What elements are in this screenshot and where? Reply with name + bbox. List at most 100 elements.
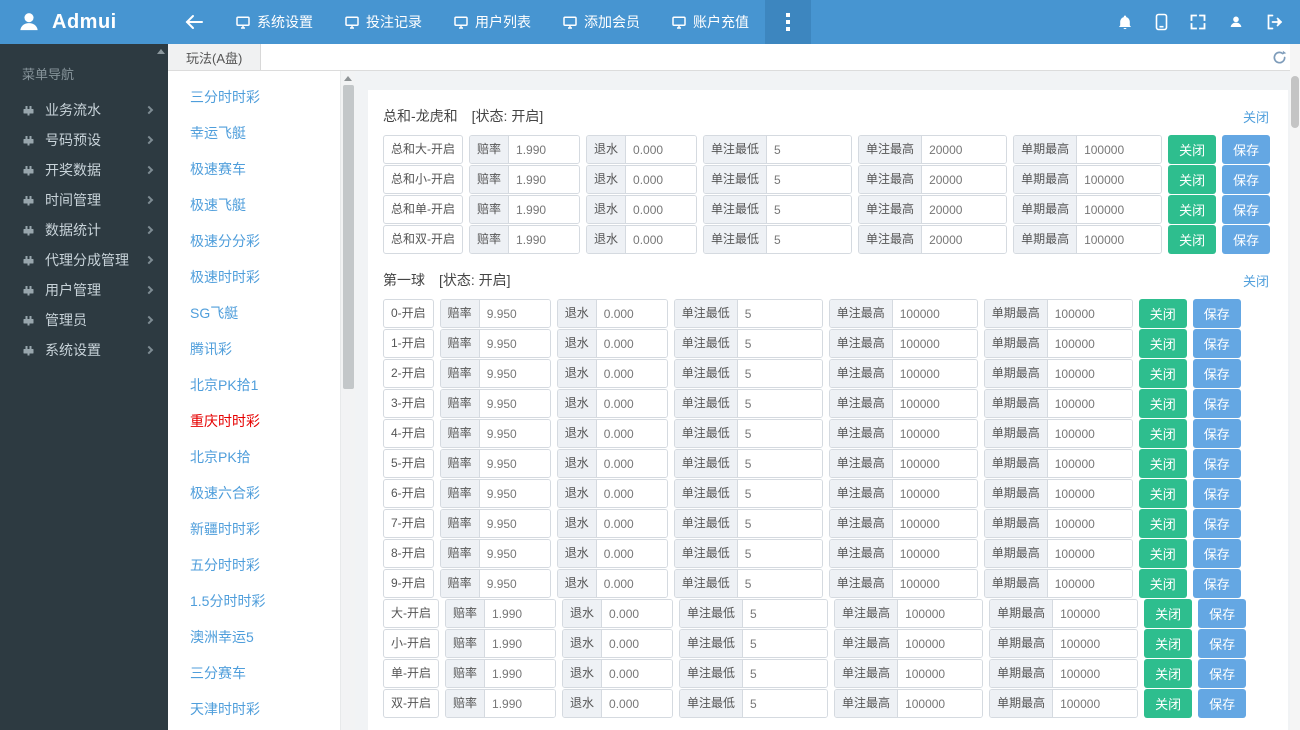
period_max-input[interactable] [1077, 226, 1161, 253]
nav-item-3[interactable]: 添加会员 [547, 0, 656, 44]
game-item-4[interactable]: 极速分分彩 [168, 223, 340, 259]
rebate-input[interactable] [597, 420, 667, 447]
max-input[interactable] [898, 600, 982, 627]
close-row-button[interactable]: 关闭 [1139, 479, 1187, 508]
rebate-input[interactable] [602, 660, 672, 687]
close-row-button[interactable]: 关闭 [1139, 509, 1187, 538]
rebate-input[interactable] [597, 570, 667, 597]
save-row-button[interactable]: 保存 [1193, 509, 1241, 538]
game-item-3[interactable]: 极速飞艇 [168, 187, 340, 223]
save-row-button[interactable]: 保存 [1198, 659, 1246, 688]
sidebar-item-7[interactable]: 管理员 [0, 305, 168, 335]
min-input[interactable] [738, 540, 822, 567]
brand-logo[interactable]: Admui [0, 0, 168, 44]
sidebar-item-8[interactable]: 系统设置 [0, 335, 168, 365]
period_max-input[interactable] [1053, 690, 1137, 717]
odds-input[interactable] [480, 480, 550, 507]
odds-input[interactable] [485, 600, 555, 627]
more-menu-button[interactable] [765, 0, 811, 44]
close-row-button[interactable]: 关闭 [1144, 689, 1192, 718]
rebate-input[interactable] [602, 630, 672, 657]
max-input[interactable] [893, 480, 977, 507]
max-input[interactable] [898, 630, 982, 657]
game-item-13[interactable]: 五分时时彩 [168, 547, 340, 583]
game-item-9[interactable]: 重庆时时彩 [168, 403, 340, 439]
save-row-button[interactable]: 保存 [1193, 539, 1241, 568]
sidebar-item-6[interactable]: 用户管理 [0, 275, 168, 305]
game-item-2[interactable]: 极速赛车 [168, 151, 340, 187]
max-input[interactable] [893, 450, 977, 477]
game-item-11[interactable]: 极速六合彩 [168, 475, 340, 511]
period_max-input[interactable] [1077, 166, 1161, 193]
odds-input[interactable] [509, 226, 579, 253]
save-row-button[interactable]: 保存 [1193, 359, 1241, 388]
save-row-button[interactable]: 保存 [1193, 569, 1241, 598]
min-input[interactable] [743, 690, 827, 717]
save-row-button[interactable]: 保存 [1193, 389, 1241, 418]
nav-item-2[interactable]: 用户列表 [438, 0, 547, 44]
period_max-input[interactable] [1048, 330, 1132, 357]
period_max-input[interactable] [1048, 570, 1132, 597]
min-input[interactable] [767, 136, 851, 163]
max-input[interactable] [893, 420, 977, 447]
sidebar-item-5[interactable]: 代理分成管理 [0, 245, 168, 275]
min-input[interactable] [767, 226, 851, 253]
close-row-button[interactable]: 关闭 [1168, 225, 1216, 254]
rebate-input[interactable] [597, 480, 667, 507]
odds-input[interactable] [485, 630, 555, 657]
rebate-input[interactable] [626, 136, 696, 163]
game-item-10[interactable]: 北京PK拾 [168, 439, 340, 475]
min-input[interactable] [738, 300, 822, 327]
save-row-button[interactable]: 保存 [1222, 195, 1270, 224]
nav-item-4[interactable]: 账户充值 [656, 0, 765, 44]
close-row-button[interactable]: 关闭 [1144, 629, 1192, 658]
period_max-input[interactable] [1077, 196, 1161, 223]
save-row-button[interactable]: 保存 [1222, 165, 1270, 194]
period_max-input[interactable] [1048, 480, 1132, 507]
save-row-button[interactable]: 保存 [1222, 135, 1270, 164]
min-input[interactable] [738, 420, 822, 447]
max-input[interactable] [898, 660, 982, 687]
min-input[interactable] [767, 196, 851, 223]
game-item-6[interactable]: SG飞艇 [168, 295, 340, 331]
min-input[interactable] [743, 630, 827, 657]
close-row-button[interactable]: 关闭 [1144, 659, 1192, 688]
section-toggle-link[interactable]: 关闭 [1243, 107, 1269, 126]
period_max-input[interactable] [1048, 510, 1132, 537]
max-input[interactable] [898, 690, 982, 717]
game-item-12[interactable]: 新疆时时彩 [168, 511, 340, 547]
close-row-button[interactable]: 关闭 [1139, 569, 1187, 598]
close-row-button[interactable]: 关闭 [1168, 135, 1216, 164]
min-input[interactable] [738, 390, 822, 417]
min-input[interactable] [738, 480, 822, 507]
max-input[interactable] [893, 510, 977, 537]
min-input[interactable] [738, 360, 822, 387]
period_max-input[interactable] [1053, 600, 1137, 627]
save-row-button[interactable]: 保存 [1193, 479, 1241, 508]
close-row-button[interactable]: 关闭 [1139, 359, 1187, 388]
odds-input[interactable] [485, 660, 555, 687]
close-row-button[interactable]: 关闭 [1139, 419, 1187, 448]
min-input[interactable] [743, 660, 827, 687]
game-item-15[interactable]: 澳洲幸运5 [168, 619, 340, 655]
rebate-input[interactable] [597, 510, 667, 537]
odds-input[interactable] [509, 136, 579, 163]
fullscreen-icon[interactable] [1179, 0, 1217, 44]
game-item-14[interactable]: 1.5分时时彩 [168, 583, 340, 619]
min-input[interactable] [743, 600, 827, 627]
rebate-input[interactable] [626, 226, 696, 253]
period_max-input[interactable] [1053, 660, 1137, 687]
sidebar-item-0[interactable]: 业务流水 [0, 95, 168, 125]
game-item-16[interactable]: 三分赛车 [168, 655, 340, 691]
odds-input[interactable] [480, 300, 550, 327]
max-input[interactable] [922, 166, 1006, 193]
save-row-button[interactable]: 保存 [1193, 449, 1241, 478]
game-list-scrollbar-thumb[interactable] [343, 85, 354, 389]
rebate-input[interactable] [602, 690, 672, 717]
period_max-input[interactable] [1048, 390, 1132, 417]
save-row-button[interactable]: 保存 [1198, 629, 1246, 658]
period_max-input[interactable] [1048, 360, 1132, 387]
game-item-17[interactable]: 天津时时彩 [168, 691, 340, 727]
period_max-input[interactable] [1048, 420, 1132, 447]
tab-playtype-a[interactable]: 玩法(A盘) [168, 44, 261, 70]
